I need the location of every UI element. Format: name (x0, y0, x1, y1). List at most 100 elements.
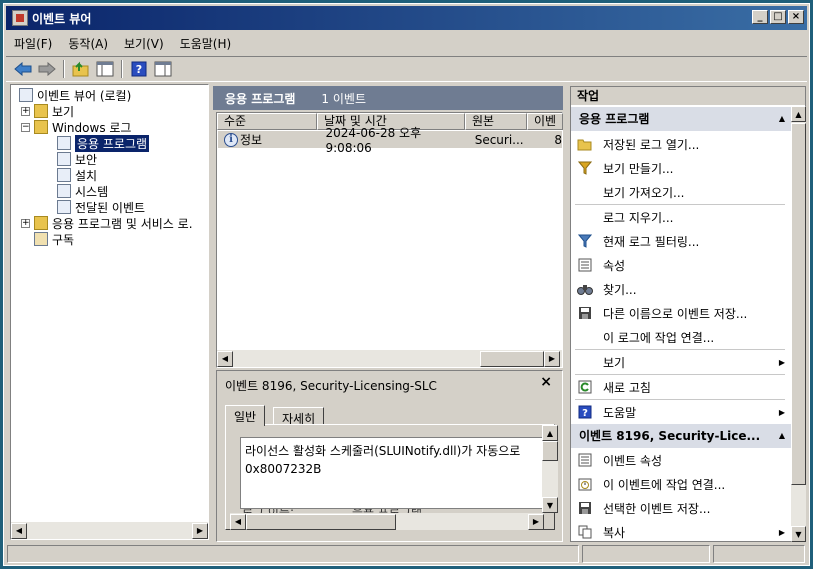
show-hide-action-pane-button[interactable] (152, 59, 174, 79)
column-source[interactable]: 원본 (465, 113, 527, 130)
scroll-left-button[interactable]: ◀ (11, 522, 27, 539)
action-event-properties[interactable]: 이벤트 속성 (571, 448, 791, 472)
description-box[interactable]: 라이선스 활성화 스케줄러(SLUINotify.dll)가 자동으로 0x80… (240, 437, 548, 509)
detail-vertical-scrollbar[interactable]: ▲ ▼ (542, 425, 558, 513)
scroll-up-button[interactable]: ▲ (791, 106, 806, 122)
scroll-thumb[interactable] (791, 123, 806, 485)
row-level: 정보 (239, 133, 263, 147)
event-list-horizontal-scrollbar[interactable]: ◀ ▶ (217, 350, 562, 367)
task-icon (577, 476, 593, 492)
action-create-view[interactable]: 보기 만들기... (571, 156, 791, 180)
scroll-down-button[interactable]: ▼ (542, 497, 558, 513)
scroll-thumb[interactable] (542, 441, 558, 461)
action-find[interactable]: 찾기... (571, 277, 791, 301)
action-open-saved-log[interactable]: 저장된 로그 열기... (571, 132, 791, 156)
close-button[interactable]: × (788, 10, 804, 24)
tree-root[interactable]: 이벤트 뷰어 (로컬) (19, 87, 131, 103)
action-save-events-as[interactable]: 다른 이름으로 이벤트 저장... (571, 301, 791, 325)
scroll-thumb[interactable] (246, 513, 396, 530)
tree-item-subscriptions[interactable]: 구독 (34, 231, 74, 247)
up-level-button[interactable] (70, 59, 92, 79)
detail-horizontal-scrollbar[interactable]: ◀ ▶ (230, 513, 544, 530)
maximize-button[interactable]: □ (770, 10, 786, 24)
back-button[interactable] (12, 59, 34, 79)
subscription-icon (34, 232, 48, 246)
tree-item-security[interactable]: 보안 (57, 151, 97, 167)
tree-item-application[interactable]: 응용 프로그램 (57, 134, 150, 152)
expand-icon[interactable]: + (21, 218, 30, 228)
tab-general[interactable]: 일반 (225, 405, 266, 426)
action-save-selected-events[interactable]: 선택한 이벤트 저장... (571, 496, 791, 520)
log-icon (57, 152, 71, 166)
action-clear-log[interactable]: 로그 지우기... (571, 205, 791, 229)
log-title: 응용 프로그램 (225, 91, 296, 106)
folder-up-icon (72, 61, 89, 77)
scroll-thumb[interactable] (480, 350, 544, 367)
scroll-right-button[interactable]: ▶ (528, 513, 544, 530)
show-hide-tree-button[interactable] (94, 59, 116, 79)
scroll-right-button[interactable]: ▶ (192, 522, 208, 539)
scroll-right-button[interactable]: ▶ (544, 350, 560, 367)
log-header: 응용 프로그램 1 이벤트 (213, 86, 563, 110)
minimize-button[interactable]: _ (752, 10, 768, 24)
collapse-caret-icon[interactable]: ▲ (779, 107, 785, 131)
tab-details[interactable]: 자세히 (273, 407, 325, 426)
action-filter-current-log[interactable]: 현재 로그 필터링... (571, 229, 791, 253)
action-refresh[interactable]: 새로 고침 (571, 375, 791, 399)
scroll-left-button[interactable]: ◀ (217, 350, 233, 367)
filter-icon (577, 233, 593, 249)
scroll-up-button[interactable]: ▲ (542, 425, 558, 441)
action-help-submenu[interactable]: ? 도움말 ▶ (571, 400, 791, 424)
action-copy-submenu[interactable]: 복사 ▶ (571, 520, 791, 544)
collapse-icon[interactable]: − (21, 122, 30, 132)
event-viewer-window: 이벤트 뷰어 _ □ × 파일(F) 동작(A) 보기(V) 도움말(H) ? (3, 3, 810, 566)
status-cell-main (7, 545, 579, 563)
help-book-icon: ? (131, 61, 147, 77)
open-folder-icon (577, 136, 593, 152)
tree-item-views[interactable]: + 보기 (21, 103, 74, 119)
general-tab-body: 라이선스 활성화 스케줄러(SLUINotify.dll)가 자동으로 0x80… (225, 424, 558, 530)
column-event-id[interactable]: 이벤 (527, 113, 563, 130)
scroll-left-button[interactable]: ◀ (230, 513, 246, 530)
expand-icon[interactable]: + (21, 106, 30, 116)
action-properties[interactable]: 속성 (571, 253, 791, 277)
menu-file[interactable]: 파일(F) (6, 33, 60, 54)
save-icon (577, 305, 593, 321)
tree-horizontal-scrollbar[interactable]: ◀ ▶ (11, 522, 208, 539)
event-viewer-icon (19, 88, 33, 102)
actions-header: 작업 (571, 87, 805, 105)
title-bar[interactable]: 이벤트 뷰어 _ □ × (6, 6, 807, 30)
status-bar (6, 544, 807, 564)
binoculars-icon (577, 281, 593, 297)
menu-view[interactable]: 보기(V) (116, 33, 172, 54)
menu-help[interactable]: 도움말(H) (172, 33, 240, 54)
action-attach-task-to-event[interactable]: 이 이벤트에 작업 연결... (571, 472, 791, 496)
actions-section-application[interactable]: 응용 프로그램 ▲ (571, 107, 791, 131)
actions-section-event[interactable]: 이벤트 8196, Security-Lice... ▲ (571, 424, 791, 448)
log-icon (57, 200, 71, 214)
tree-item-forwarded-events[interactable]: 전달된 이벤트 (57, 199, 145, 215)
folder-icon (34, 120, 48, 134)
action-view-submenu[interactable]: 보기 ▶ (571, 350, 791, 374)
column-level[interactable]: 수준 (217, 113, 317, 130)
action-import-view[interactable]: 보기 가져오기... (571, 180, 791, 204)
scroll-down-button[interactable]: ▼ (791, 526, 806, 542)
actions-vertical-scrollbar[interactable]: ▲ ▼ (791, 106, 806, 542)
tree-item-system[interactable]: 시스템 (57, 183, 108, 199)
tree-item-apps-services[interactable]: + 응용 프로그램 및 서비스 로. (21, 215, 193, 231)
toolbar-separator (63, 60, 65, 78)
collapse-caret-icon[interactable]: ▲ (779, 424, 785, 448)
console-tree: 이벤트 뷰어 (로컬) + 보기 − Windows 로그 응용 프로그램 보안… (10, 84, 209, 540)
menu-action[interactable]: 동작(A) (60, 33, 116, 54)
submenu-arrow-icon: ▶ (778, 357, 785, 367)
help-button[interactable]: ? (128, 59, 150, 79)
row-source: Securi... (474, 132, 524, 147)
detail-close-icon[interactable]: × (540, 374, 552, 390)
tree-item-setup[interactable]: 설치 (57, 167, 97, 183)
description-line-1: 라이선스 활성화 스케줄러(SLUINotify.dll)가 자동으로 (245, 444, 521, 458)
info-icon: i (224, 132, 238, 147)
tree-item-windows-logs[interactable]: − Windows 로그 (21, 119, 131, 135)
action-attach-task-to-log[interactable]: 이 로그에 작업 연결... (571, 325, 791, 349)
table-row[interactable]: i 정보 2024-06-28 오후 9:08:06 Securi... 8 (218, 126, 562, 155)
forward-button[interactable] (36, 59, 58, 79)
